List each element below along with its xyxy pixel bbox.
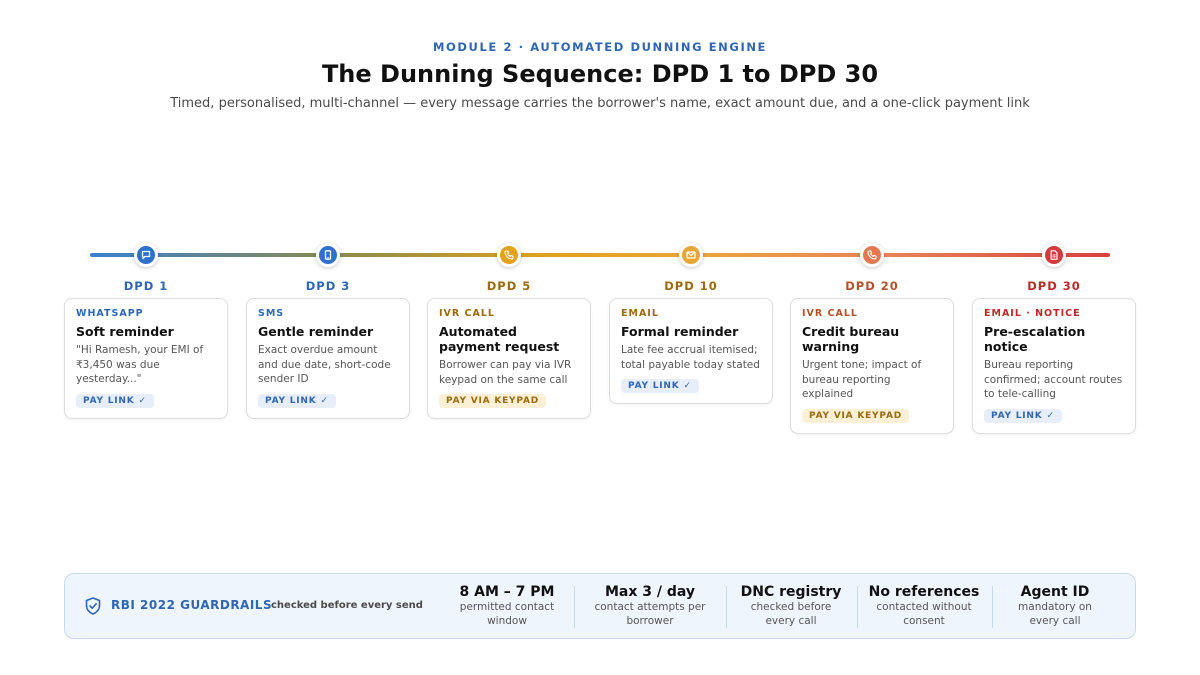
timeline-node bbox=[134, 243, 158, 267]
guardrail-stat: 8 AM – 7 PM permitted contact window bbox=[442, 584, 572, 627]
stat-caption: every call bbox=[1029, 614, 1081, 627]
timeline-node bbox=[860, 243, 884, 267]
dpd-label: DPD 1 bbox=[123, 279, 169, 293]
step-card: IVR CALL Credit bureau warning Urgent tone… bbox=[790, 298, 954, 434]
stat-value: 8 AM – 7 PM bbox=[459, 584, 555, 600]
divider bbox=[726, 586, 727, 628]
guardrails-title: RBI 2022 GUARDRAILS bbox=[111, 598, 273, 612]
stat-caption: window bbox=[487, 614, 527, 627]
stat-caption: permitted contact bbox=[459, 601, 555, 613]
step-title: Credit bureau warning bbox=[802, 324, 900, 354]
module-eyebrow: MODULE 2 · AUTOMATED DUNNING ENGINE bbox=[432, 40, 768, 54]
shield-check-icon bbox=[85, 597, 101, 615]
timeline-node bbox=[497, 243, 521, 267]
channel-label: WHATSAPP bbox=[76, 308, 144, 319]
node-dot bbox=[682, 246, 700, 264]
step-description: Urgent tone; impact of bureau reporting … bbox=[802, 359, 922, 400]
step-description: "Hi Ramesh, your EMI of ₹3,450 was due y… bbox=[76, 344, 204, 385]
guardrail-stat: Agent ID mandatory on every call bbox=[997, 584, 1113, 627]
channel-label: EMAIL · NOTICE bbox=[984, 308, 1081, 319]
divider bbox=[992, 586, 993, 628]
dpd-label: DPD 10 bbox=[664, 279, 718, 293]
step-description: Late fee accrual itemised; total payable… bbox=[621, 344, 760, 371]
divider bbox=[574, 586, 575, 628]
guardrail-stat: No references contacted without consent bbox=[862, 584, 986, 627]
stat-value: No references bbox=[868, 584, 980, 600]
step-card: EMAIL Formal reminder Late fee accrual ite… bbox=[609, 298, 773, 404]
node-dot bbox=[1045, 246, 1063, 264]
step-card: IVR CALL Automated payment request Borrowe… bbox=[427, 298, 591, 419]
action-tag: PAY LINK ✓ bbox=[258, 393, 336, 408]
stat-caption: mandatory on bbox=[1018, 601, 1092, 613]
chat-bubble-icon bbox=[141, 250, 151, 260]
phone-icon bbox=[504, 250, 514, 260]
timeline-node bbox=[679, 243, 703, 267]
dpd-label: DPD 5 bbox=[486, 279, 532, 293]
step-title: Soft reminder bbox=[76, 324, 174, 339]
stat-caption: checked before bbox=[750, 601, 832, 613]
step-card: EMAIL · NOTICE Pre-escalation notice Burea… bbox=[972, 298, 1136, 434]
step-description: Exact overdue amount and due date, short… bbox=[258, 344, 391, 385]
guardrails-panel: RBI 2022 GUARDRAILS checked before every… bbox=[64, 573, 1136, 639]
stat-value: Agent ID bbox=[1020, 584, 1090, 600]
node-dot bbox=[137, 246, 155, 264]
action-tag: PAY VIA KEYPAD bbox=[802, 408, 909, 423]
page-subtitle: Timed, personalised, multi-channel — eve… bbox=[170, 96, 1030, 111]
mobile-phone-icon bbox=[324, 250, 332, 260]
stat-caption: contacted without bbox=[876, 601, 972, 613]
divider bbox=[857, 586, 858, 628]
timeline-node bbox=[1042, 243, 1066, 267]
guardrail-stat: DNC registry checked before every call bbox=[732, 584, 850, 627]
timeline-track bbox=[90, 253, 1110, 257]
step-description: Borrower can pay via IVR keypad on the s… bbox=[439, 359, 572, 386]
stat-caption: contact attempts per bbox=[594, 601, 706, 613]
dpd-label: DPD 30 bbox=[1027, 279, 1081, 293]
step-title: Pre-escalation notice bbox=[984, 324, 1086, 354]
stat-caption: every call bbox=[765, 614, 817, 627]
phone-icon bbox=[867, 250, 877, 260]
envelope-icon bbox=[686, 251, 696, 259]
channel-label: EMAIL bbox=[621, 308, 659, 319]
step-card: SMS Gentle reminder Exact overdue amount a… bbox=[246, 298, 410, 419]
stat-value: Max 3 / day bbox=[604, 584, 696, 600]
guardrail-stat: Max 3 / day contact attempts per borrowe… bbox=[580, 584, 720, 627]
step-description: Bureau reporting confirmed; account rout… bbox=[984, 359, 1123, 400]
node-dot bbox=[863, 246, 881, 264]
action-tag: PAY LINK ✓ bbox=[984, 408, 1062, 423]
node-dot bbox=[319, 246, 337, 264]
guardrails-note: checked before every send bbox=[271, 600, 423, 611]
step-card: WHATSAPP Soft reminder "Hi Ramesh, your EM… bbox=[64, 298, 228, 419]
stat-value: DNC registry bbox=[740, 584, 842, 600]
dpd-label: DPD 3 bbox=[305, 279, 351, 293]
channel-label: SMS bbox=[258, 308, 285, 319]
node-dot bbox=[500, 246, 518, 264]
action-tag: PAY LINK ✓ bbox=[76, 393, 154, 408]
document-icon bbox=[1050, 250, 1058, 260]
step-title: Formal reminder bbox=[621, 324, 739, 339]
stat-caption: consent bbox=[903, 614, 945, 627]
timeline-node bbox=[316, 243, 340, 267]
channel-label: IVR CALL bbox=[802, 308, 858, 319]
action-tag: PAY VIA KEYPAD bbox=[439, 394, 546, 408]
stat-caption: borrower bbox=[626, 614, 674, 627]
header: MODULE 2 · AUTOMATED DUNNING ENGINE The … bbox=[0, 40, 1200, 111]
action-tag: PAY LINK ✓ bbox=[621, 379, 699, 393]
page-title: The Dunning Sequence: DPD 1 to DPD 30 bbox=[321, 60, 879, 88]
dpd-label: DPD 20 bbox=[845, 279, 899, 293]
channel-label: IVR CALL bbox=[439, 308, 495, 319]
step-title: Automated payment request bbox=[439, 324, 560, 354]
step-title: Gentle reminder bbox=[258, 324, 374, 339]
